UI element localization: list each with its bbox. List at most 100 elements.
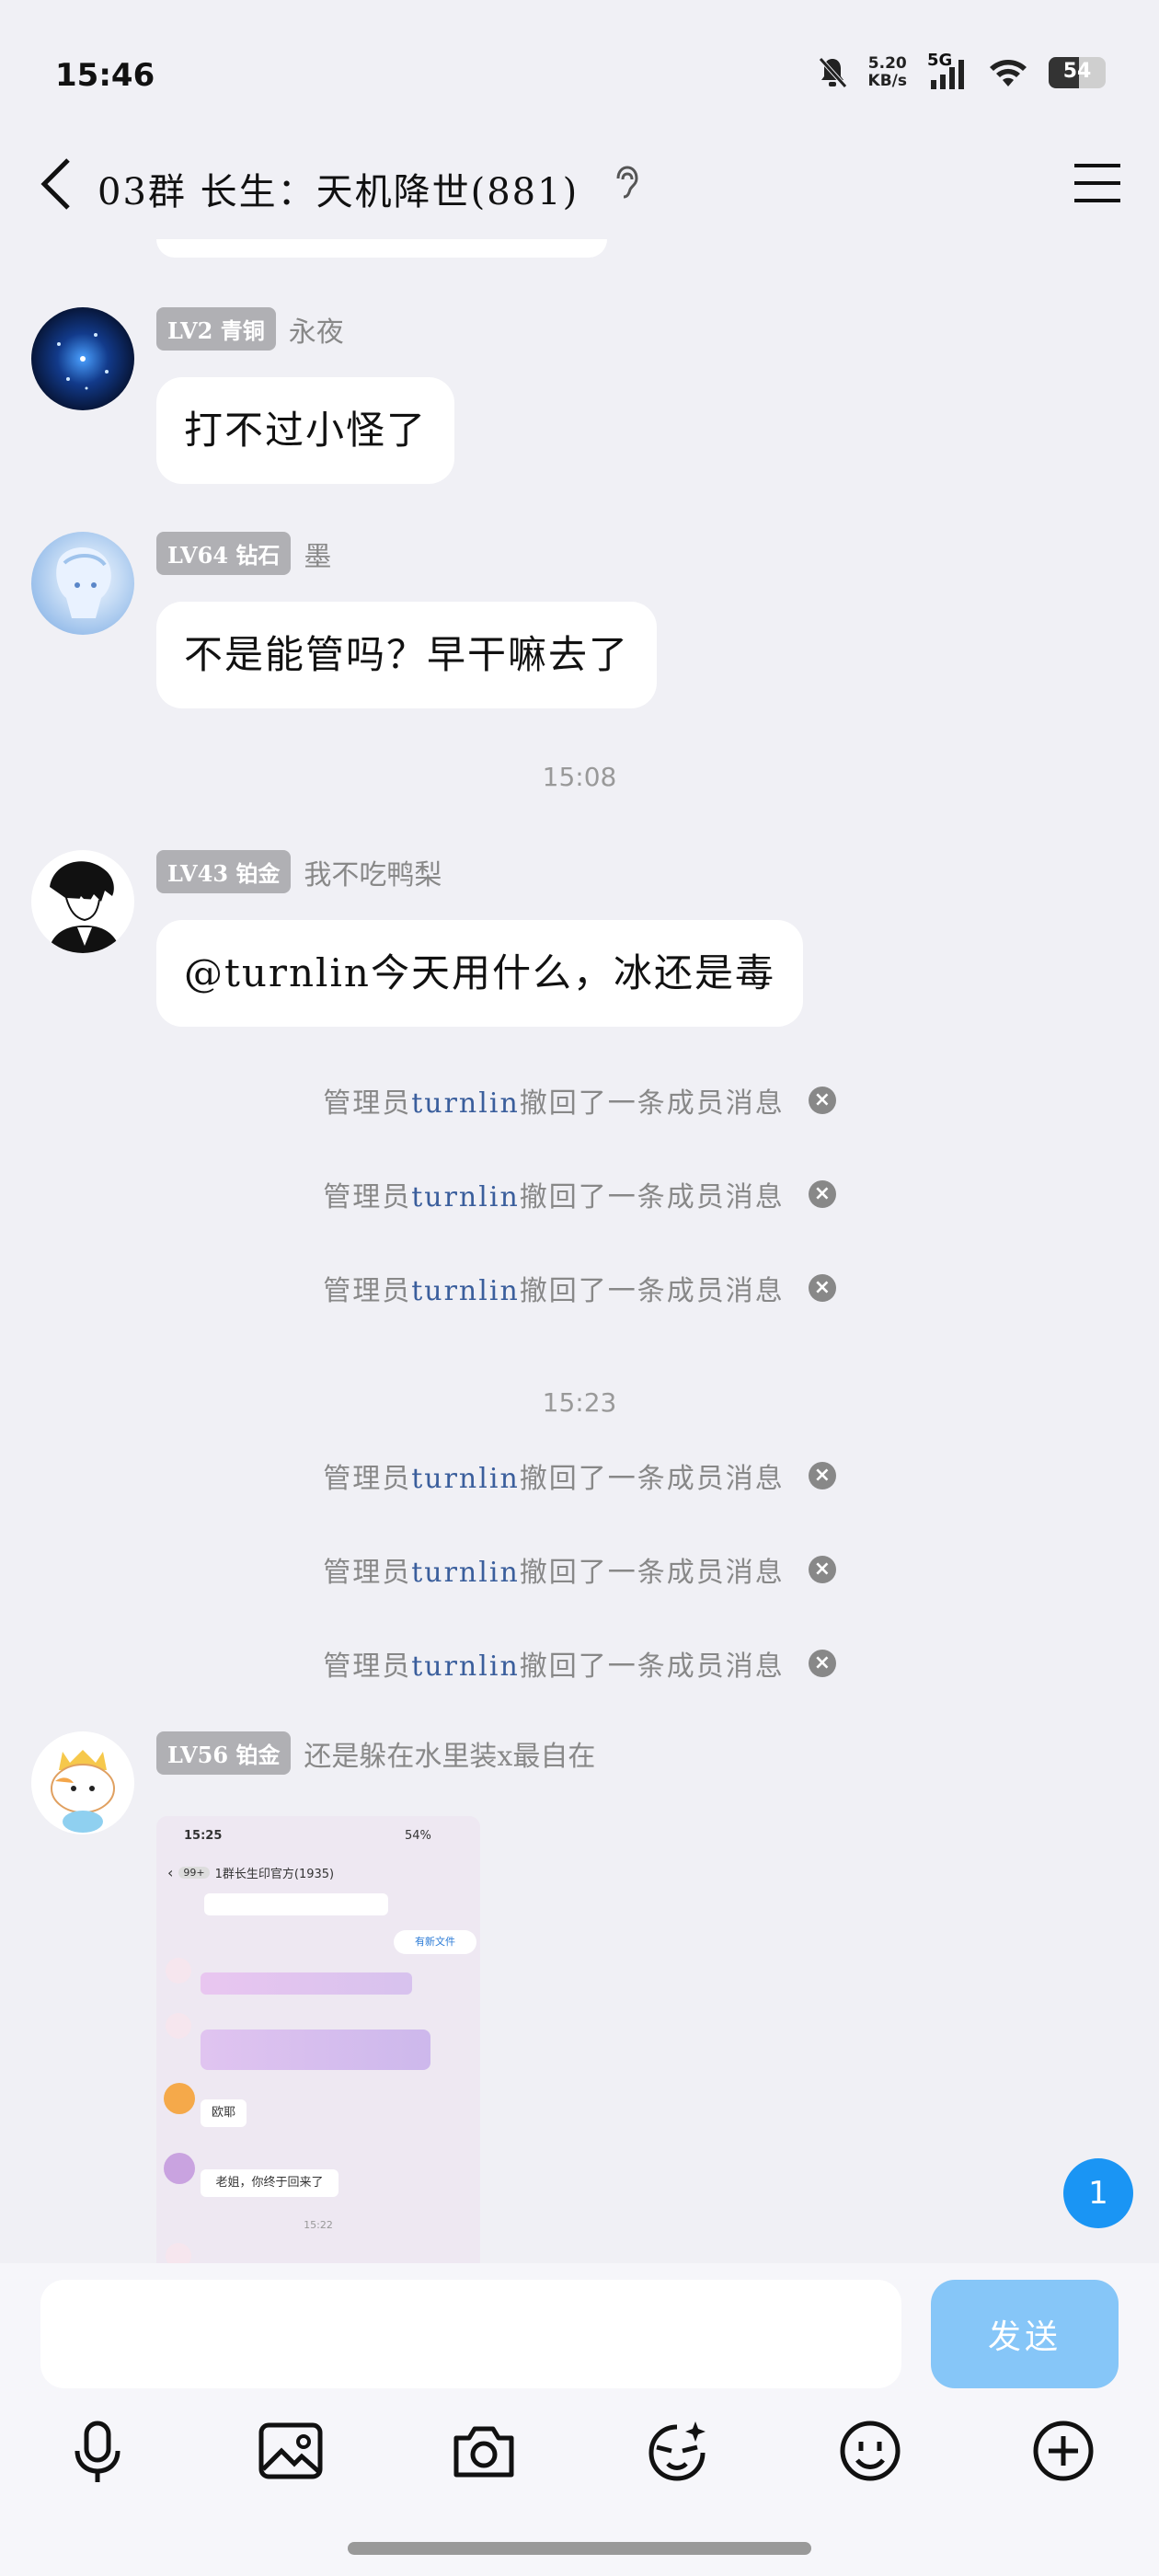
admin-name[interactable]: turnlin <box>411 1557 520 1589</box>
chat-title: 03群 长生：天机降世(881) <box>98 171 580 213</box>
recall-text: 管理员turnlin撤回了一条成员消息 <box>323 1268 785 1308</box>
admin-name[interactable]: turnlin <box>411 1181 520 1213</box>
admin-name[interactable]: turnlin <box>411 1087 520 1120</box>
recall-text: 管理员turnlin撤回了一条成员消息 <box>323 1080 785 1121</box>
recall-text: 管理员turnlin撤回了一条成员消息 <box>323 1549 785 1590</box>
microphone-icon[interactable] <box>61 2414 134 2488</box>
recall-text: 管理员turnlin撤回了一条成员消息 <box>323 1643 785 1684</box>
preview-bubble <box>201 1972 412 1995</box>
home-indicator[interactable] <box>348 2542 811 2555</box>
recall-suffix: 撤回了一条成员消息 <box>519 1650 785 1683</box>
battery-icon: 54 <box>1049 57 1106 88</box>
recall-notice: 管理员turnlin撤回了一条成员消息 × <box>0 1455 1159 1496</box>
nickname: 永夜 <box>288 316 344 349</box>
recall-text: 管理员turnlin撤回了一条成员消息 <box>323 1455 785 1496</box>
nickname: 我不吃鸭梨 <box>304 858 442 891</box>
status-icons: 5.20 KB/s 5G 54 <box>817 51 1106 90</box>
image-icon[interactable] <box>254 2414 327 2488</box>
timestamp: 15:23 <box>542 1387 617 1418</box>
message-bubble[interactable]: 打不过小怪了 <box>156 377 455 484</box>
message-bubble[interactable]: 不是能管吗？早干嘛去了 <box>156 602 658 708</box>
close-icon[interactable]: × <box>808 1087 836 1114</box>
message-meta: LV2 青铜 永夜 <box>156 307 344 351</box>
close-icon[interactable]: × <box>808 1180 836 1208</box>
recall-prefix: 管理员 <box>323 1650 412 1683</box>
preview-battery: 54% <box>405 1829 431 1843</box>
net-speed: 5.20 KB/s <box>868 55 907 90</box>
unread-count-badge[interactable]: 1 <box>1063 2158 1133 2228</box>
recall-suffix: 撤回了一条成员消息 <box>519 1181 785 1213</box>
recall-notice: 管理员turnlin撤回了一条成员消息 × <box>0 1268 1159 1308</box>
preview-msg: 欧耶 <box>201 2099 247 2127</box>
recall-suffix: 撤回了一条成员消息 <box>519 1463 785 1495</box>
recall-suffix: 撤回了一条成员消息 <box>519 1557 785 1589</box>
preview-title: 1群长生印官方(1935) <box>214 1868 335 1881</box>
avatar[interactable] <box>31 307 134 410</box>
camera-icon[interactable] <box>447 2414 521 2488</box>
level-badge: LV43 铂金 <box>156 850 292 893</box>
preview-avatar <box>166 2243 191 2263</box>
message-bubble-partial <box>156 239 607 258</box>
menu-icon[interactable] <box>1073 160 1122 206</box>
level-badge: LV2 青铜 <box>156 307 276 351</box>
message-list[interactable]: LV2 青铜 永夜 打不过小怪了 LV64 钻石 墨 不是能管吗？早干嘛去了 1… <box>0 239 1159 2263</box>
recall-prefix: 管理员 <box>323 1557 412 1589</box>
input-bar: 发送 <box>0 2263 1159 2576</box>
recall-prefix: 管理员 <box>323 1181 412 1213</box>
preview-msg: 老姐，你终于回来了 <box>201 2169 339 2197</box>
message-meta: LV43 铂金 我不吃鸭梨 <box>156 850 442 893</box>
recall-text: 管理员turnlin撤回了一条成员消息 <box>323 1174 785 1214</box>
close-icon[interactable]: × <box>808 1650 836 1677</box>
avatar[interactable] <box>31 1731 134 1834</box>
smiley-icon[interactable] <box>833 2414 907 2488</box>
avatar[interactable] <box>31 532 134 635</box>
recall-notice: 管理员turnlin撤回了一条成员消息 × <box>0 1643 1159 1684</box>
nickname: 还是躲在水里装x最自在 <box>304 1740 596 1773</box>
preview-back-icon: ‹ <box>167 1864 174 1881</box>
preview-new-file: 有新文件 <box>394 1930 476 1954</box>
admin-name[interactable]: turnlin <box>411 1275 520 1307</box>
admin-name[interactable]: turnlin <box>411 1650 520 1683</box>
signal-icon: 5G <box>927 51 968 89</box>
recall-suffix: 撤回了一条成员消息 <box>519 1275 785 1307</box>
message-input[interactable] <box>40 2280 901 2388</box>
message-meta: LV56 铂金 还是躲在水里装x最自在 <box>156 1731 595 1775</box>
emoji-face-icon[interactable] <box>640 2414 714 2488</box>
close-icon[interactable]: × <box>808 1274 836 1302</box>
preview-bubble <box>201 2030 430 2070</box>
admin-name[interactable]: turnlin <box>411 1463 520 1495</box>
timestamp: 15:08 <box>542 762 617 792</box>
close-icon[interactable]: × <box>808 1556 836 1583</box>
preview-avatar <box>166 1958 191 1984</box>
preview-avatar <box>164 2083 195 2114</box>
recall-prefix: 管理员 <box>323 1463 412 1495</box>
battery-level: 54 <box>1062 60 1092 83</box>
message-meta: LV64 钻石 墨 <box>156 532 331 575</box>
status-bar: 15:46 5.20 KB/s 5G 54 <box>0 0 1159 129</box>
screenshot-image[interactable]: 15:25 54% ‹ 99+ 1群长生印官方(1935) 有新文件 欧耶 老姐… <box>156 1816 480 2263</box>
preview-header: ‹ 99+ 1群长生印官方(1935) <box>167 1864 480 1881</box>
recall-prefix: 管理员 <box>323 1275 412 1307</box>
net-speed-value: 5.20 <box>867 54 907 73</box>
mute-bell-icon <box>818 57 847 88</box>
close-icon[interactable]: × <box>808 1462 836 1489</box>
level-badge: LV64 钻石 <box>156 532 292 575</box>
plus-icon[interactable] <box>1027 2414 1100 2488</box>
preview-badge: 99+ <box>178 1867 210 1879</box>
nickname: 墨 <box>304 540 332 573</box>
recall-notice: 管理员turnlin撤回了一条成员消息 × <box>0 1080 1159 1121</box>
preview-avatar <box>164 2153 195 2184</box>
preview-avatar <box>166 2013 191 2039</box>
preview-timestamp: 15:22 <box>304 2219 333 2231</box>
preview-bubble <box>204 1893 388 1915</box>
recall-suffix: 撤回了一条成员消息 <box>519 1087 785 1120</box>
net-speed-unit: KB/s <box>867 72 907 90</box>
level-badge: LV56 铂金 <box>156 1731 292 1775</box>
back-chevron-icon[interactable] <box>33 155 79 213</box>
avatar[interactable] <box>31 850 134 953</box>
ear-icon <box>616 166 638 199</box>
wifi-icon <box>990 60 1027 86</box>
message-bubble[interactable]: @turnlin今天用什么，冰还是毒 <box>156 920 803 1027</box>
send-button[interactable]: 发送 <box>931 2280 1119 2388</box>
recall-notice: 管理员turnlin撤回了一条成员消息 × <box>0 1549 1159 1590</box>
